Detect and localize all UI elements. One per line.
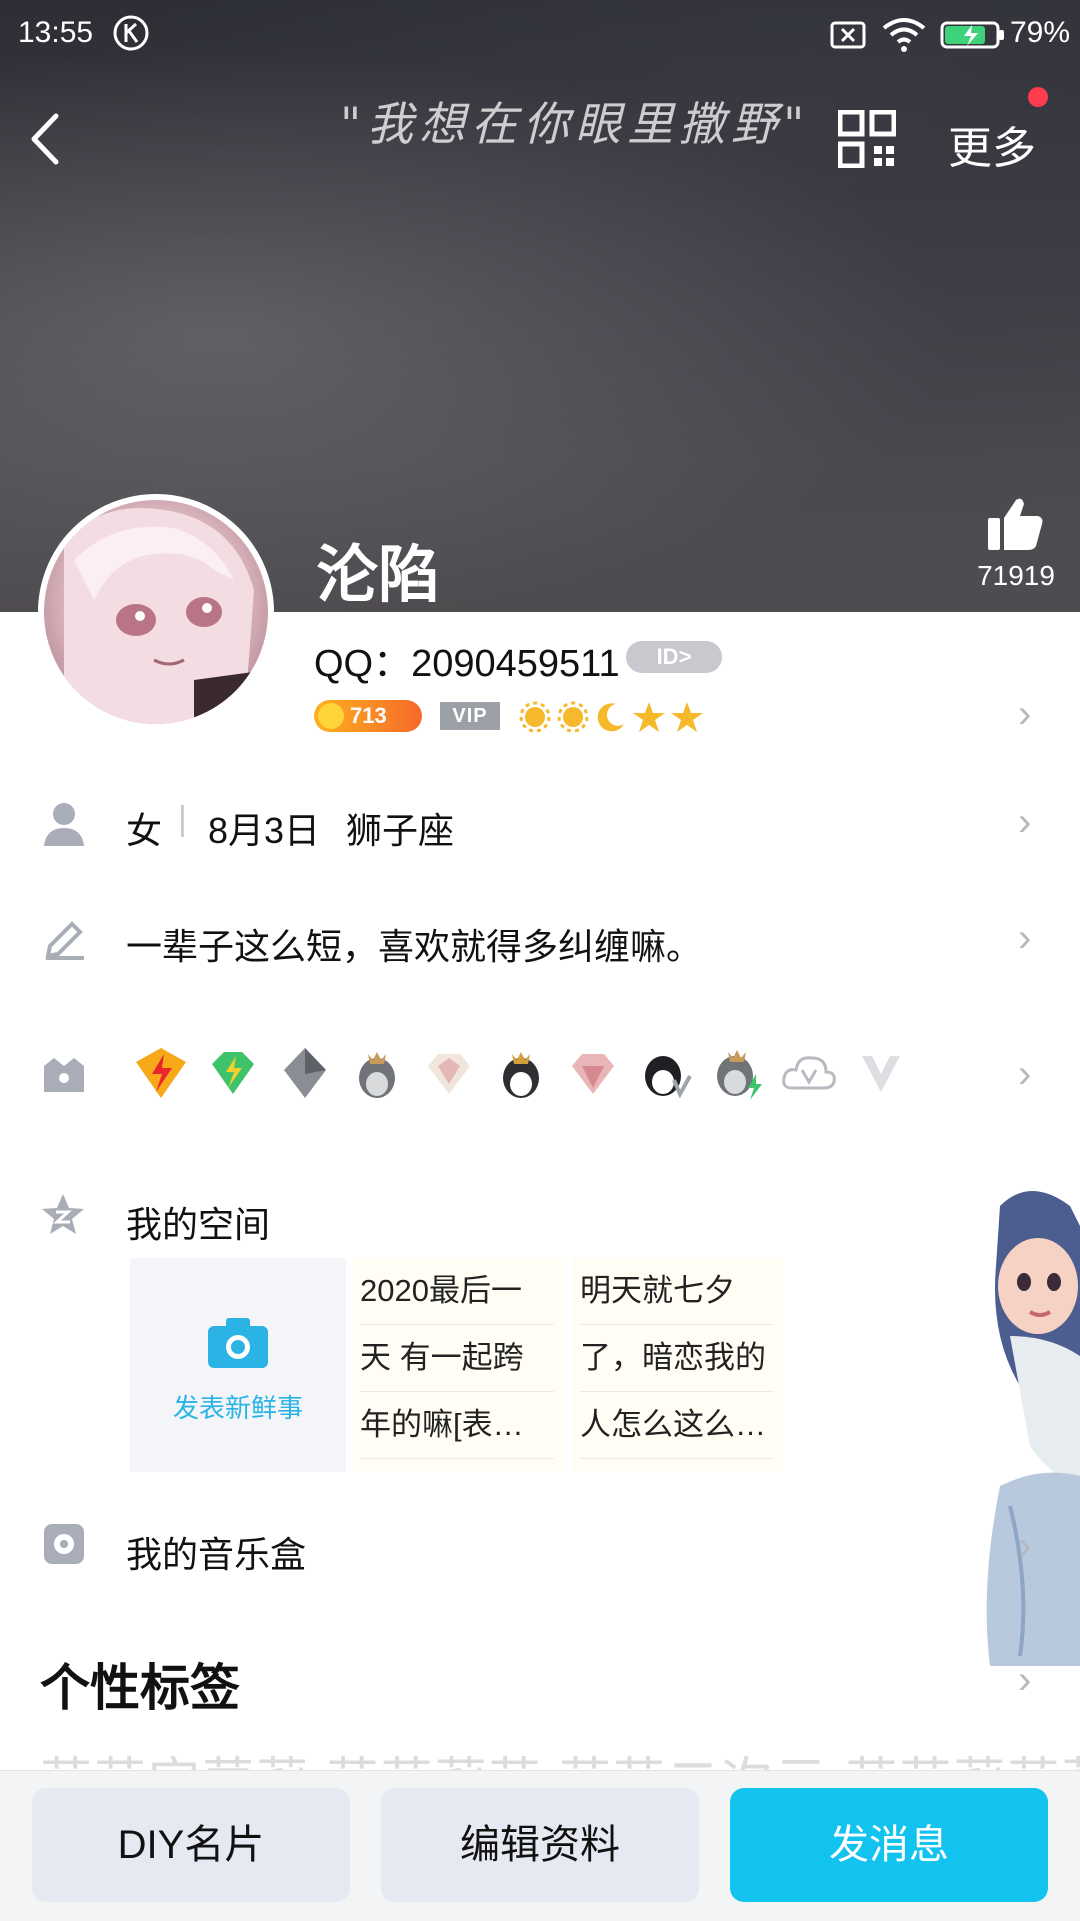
sim-off-icon — [830, 20, 866, 50]
back-button[interactable] — [26, 112, 66, 166]
edit-profile-button[interactable]: 编辑资料 — [381, 1788, 699, 1902]
app-k-icon — [112, 14, 150, 52]
info-chevron-icon[interactable]: › — [1018, 800, 1031, 845]
tags-title: 个性标签 — [40, 1660, 240, 1716]
profile-chevron-icon[interactable]: › — [1018, 692, 1031, 737]
rose-diamond-icon — [572, 1054, 614, 1094]
zodiac-label: 狮子座 — [346, 810, 455, 851]
vip-badge: VIP — [440, 702, 500, 730]
lv1-diamond-badge-icon — [212, 1052, 254, 1094]
penguin-crown-icon — [359, 1052, 395, 1098]
badge-list[interactable] — [132, 1044, 910, 1102]
pink-diamond-icon — [428, 1054, 470, 1094]
lv1-lightning-badge-icon — [136, 1048, 186, 1098]
battery-percent: 79% — [1010, 16, 1071, 49]
signature-chevron-icon[interactable]: › — [1018, 916, 1031, 961]
coin-badge[interactable]: 713 — [314, 700, 422, 732]
edit-pencil-icon — [44, 916, 86, 960]
status-time: 13:55 — [18, 16, 94, 49]
penguin-king-icon — [503, 1052, 539, 1098]
post-line: 天 有一起跨 — [360, 1325, 554, 1392]
moon-level-icon — [597, 703, 624, 732]
nickname: 沦陷 — [316, 541, 441, 610]
avatar[interactable] — [38, 494, 274, 730]
coin-value: 713 — [350, 703, 387, 728]
grey-diamond-badge-icon — [284, 1048, 326, 1098]
qq-number: QQ：2090459511 — [314, 643, 620, 685]
divider: | — [178, 800, 187, 838]
zone-post-card[interactable]: 2020最后一 天 有一起跨 年的嘛[表… — [352, 1258, 562, 1472]
more-button[interactable]: 更多 — [948, 112, 1036, 176]
new-post-label: 发表新鲜事 — [172, 1393, 303, 1423]
header-quote: "我想在你眼里撒野" — [340, 97, 811, 151]
sun-level-icon — [519, 701, 551, 733]
crown-box-icon — [42, 1054, 86, 1094]
notification-dot — [1028, 87, 1048, 107]
birthday-label: 8月3日 — [208, 810, 321, 851]
signature-text[interactable]: 一辈子这么短，喜欢就得多纠缠嘛。 — [126, 918, 702, 970]
person-icon — [42, 800, 86, 848]
id-badge[interactable]: ID> — [626, 641, 722, 673]
badges-chevron-icon[interactable]: › — [1018, 1052, 1031, 1097]
post-line: 年的嘛[表… — [360, 1392, 554, 1459]
zone-title[interactable]: 我的空间 — [126, 1196, 270, 1248]
star-level-icon — [633, 702, 665, 732]
gender-label: 女 — [126, 810, 163, 851]
thumbs-up-icon[interactable] — [986, 496, 1044, 552]
sun-level-icon — [557, 701, 589, 733]
post-line: 2020最后一 — [360, 1258, 554, 1325]
penguin-lightning-icon — [717, 1050, 762, 1100]
cloud-v-icon — [782, 1056, 836, 1090]
music-chevron-icon[interactable]: › — [1018, 1524, 1031, 1569]
like-count: 71919 — [977, 560, 1055, 591]
coin-icon — [318, 703, 344, 729]
send-message-button[interactable]: 发消息 — [730, 1788, 1048, 1902]
level-icons — [518, 697, 704, 737]
post-line: 明天就七夕 — [580, 1258, 774, 1325]
wifi-icon — [882, 16, 926, 54]
star-level-icon — [671, 702, 703, 732]
battery-charging-icon — [940, 20, 1006, 50]
avatar-figure-decoration — [960, 1186, 1080, 1666]
music-box-title[interactable]: 我的音乐盒 — [126, 1526, 306, 1578]
zone-star-icon — [40, 1192, 86, 1238]
diy-card-button[interactable]: DIY名片 — [32, 1788, 350, 1902]
qr-code-icon[interactable] — [837, 109, 897, 169]
post-line: 了，暗恋我的 — [580, 1325, 774, 1392]
post-line: 人怎么这么… — [580, 1392, 774, 1459]
v-badge-icon — [862, 1056, 900, 1092]
new-post-button[interactable]: 发表新鲜事 — [130, 1258, 346, 1472]
camera-icon — [206, 1316, 270, 1370]
penguin-v-icon — [645, 1056, 692, 1099]
music-box-icon — [42, 1522, 86, 1566]
tags-chevron-icon[interactable]: › — [1018, 1658, 1031, 1703]
zone-post-card[interactable]: 明天就七夕 了，暗恋我的 人怎么这么… — [572, 1258, 782, 1472]
